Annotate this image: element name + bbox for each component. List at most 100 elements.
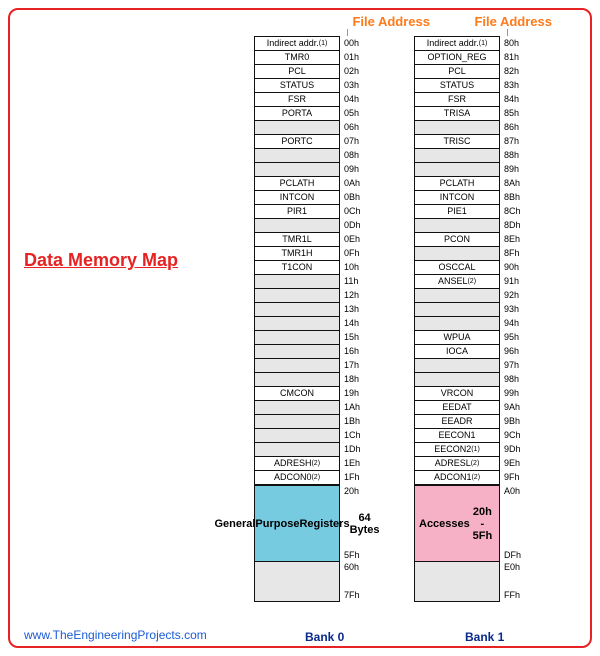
address-label: 10h [344,263,359,272]
diagram-title: Data Memory Map [24,250,178,271]
register-row [415,149,499,163]
register-row: TMR1H [255,247,339,261]
address-label: 16h [344,347,359,356]
register-row: T1CON [255,261,339,275]
register-name: STATUS [415,79,499,93]
register-name: TMR1L [255,233,339,247]
register-row [255,443,339,457]
register-row: TMR0 [255,51,339,65]
register-name [415,289,499,303]
address-label: 15h [344,333,359,342]
register-name [255,303,339,317]
address-label: 1Dh [344,445,361,454]
general-purpose-block: GeneralPurposeRegisters64 Bytes [255,485,339,561]
address-label: E0h [504,563,520,572]
address-label: 8Ah [504,179,520,188]
register-row: INTCON [255,191,339,205]
bank1-column: Indirect addr.(1)OPTION_REGPCLSTATUSFSRT… [414,36,529,602]
register-name: EECON1 [415,429,499,443]
register-row [255,331,339,345]
register-row: CMCON [255,387,339,401]
register-row [255,289,339,303]
address-label: 09h [344,165,359,174]
register-row: Indirect addr.(1) [415,37,499,51]
address-label: 80h [504,39,519,48]
register-name: PIR1 [255,205,339,219]
register-name: WPUA [415,331,499,345]
address-label: 18h [344,375,359,384]
register-name [415,121,499,135]
register-name [415,317,499,331]
register-row: PORTA [255,107,339,121]
register-name: OSCCAL [415,261,499,275]
address-label: 60h [344,563,359,572]
register-name: ADRESL(2) [415,457,499,471]
address-label: 0Bh [344,193,360,202]
address-label: 94h [504,319,519,328]
register-row [415,219,499,233]
file-address-label-1: File Address [474,14,552,29]
register-name: FSR [255,93,339,107]
register-name: EEDAT [415,401,499,415]
address-label: 1Ah [344,403,360,412]
unimplemented-block [415,561,499,601]
register-name: PCLATH [255,177,339,191]
address-label: FFh [504,591,520,600]
register-row: ADRESH(2) [255,457,339,471]
address-label: 93h [504,305,519,314]
register-row: EECON2(1) [415,443,499,457]
source-url: www.TheEngineeringProjects.com [24,628,207,642]
file-address-label-0: File Address [352,14,430,29]
address-label: 92h [504,291,519,300]
register-row: EEDAT [415,401,499,415]
register-row: PORTC [255,135,339,149]
register-name [415,149,499,163]
register-name [255,359,339,373]
address-label: 83h [504,81,519,90]
address-label: 8Eh [504,235,520,244]
register-row: ANSEL(2) [415,275,499,289]
address-label: 11h [344,277,358,286]
register-row [255,359,339,373]
address-label: 00h [344,39,359,48]
address-label: 97h [504,361,519,370]
register-name: PCL [415,65,499,79]
register-row: EECON1 [415,429,499,443]
register-row [255,163,339,177]
register-row: Indirect addr.(1) [255,37,339,51]
address-label: 04h [344,95,359,104]
address-label: 90h [504,263,519,272]
register-name [255,429,339,443]
register-name: PORTC [255,135,339,149]
address-label: 13h [344,305,359,314]
register-name: T1CON [255,261,339,275]
address-label: 14h [344,319,359,328]
register-row: PIE1 [415,205,499,219]
register-name: EEADR [415,415,499,429]
register-name: PIE1 [415,205,499,219]
addr-pointer-icon [507,29,508,36]
address-label: 08h [344,151,359,160]
register-name [255,163,339,177]
address-label: 86h [504,123,519,132]
address-label: 0Ch [344,207,361,216]
address-label: 0Eh [344,235,360,244]
register-row: TMR1L [255,233,339,247]
register-row [255,317,339,331]
address-label: 82h [504,67,519,76]
register-name: TMR1H [255,247,339,261]
register-name [415,219,499,233]
register-row [255,345,339,359]
address-label: 19h [344,389,359,398]
addr-pointer-icon [347,29,348,36]
address-label: 9Bh [504,417,520,426]
address-label: 9Eh [504,459,520,468]
bank0-label: Bank 0 [305,630,344,644]
address-label: 81h [504,53,519,62]
register-row [255,303,339,317]
register-name: INTCON [255,191,339,205]
address-label: 5Fh [344,551,360,560]
address-label: 06h [344,123,359,132]
bank1-label: Bank 1 [465,630,504,644]
address-label: 88h [504,151,519,160]
